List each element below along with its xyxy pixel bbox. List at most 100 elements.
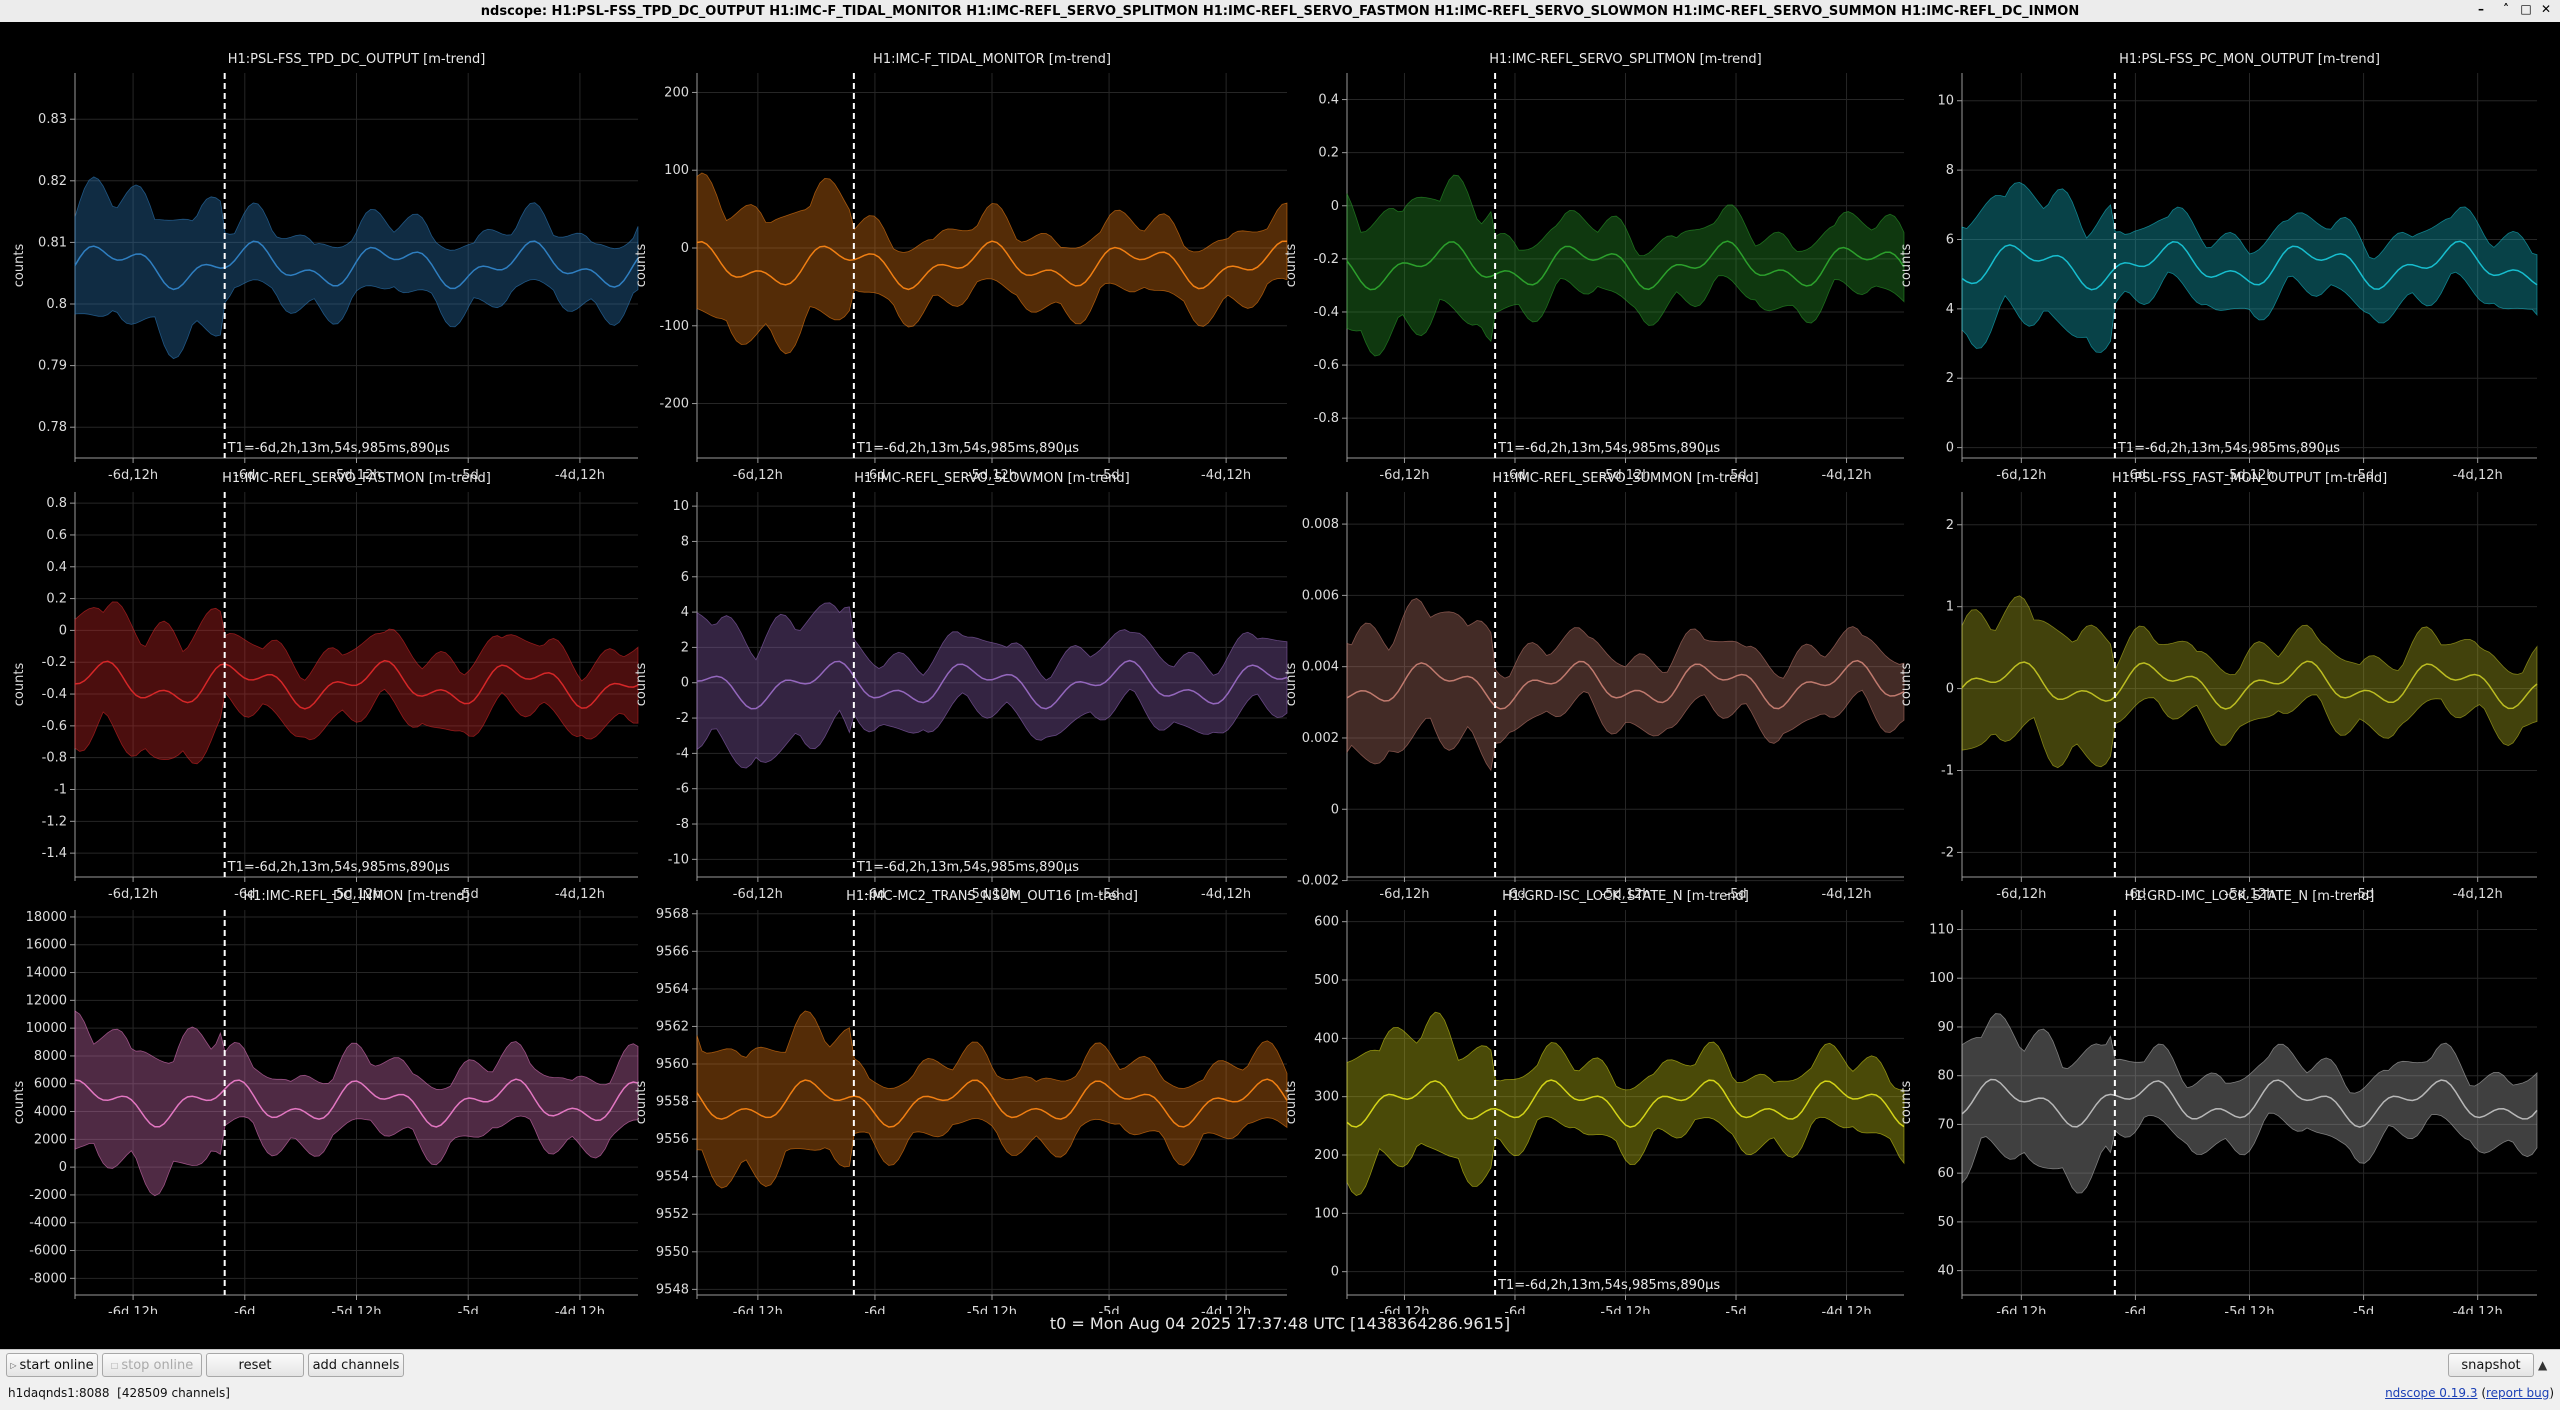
x-tick-label: -6d <box>2125 1305 2146 1314</box>
x-tick-label: -5d <box>1098 1305 1119 1314</box>
y-tick-label: -8 <box>676 817 689 832</box>
cursor-t1-label: T1=-6d,2h,13m,54s,985ms,890μs <box>1497 441 1720 456</box>
snapshot-button[interactable]: snapshot <box>2448 1353 2534 1377</box>
plot-panel[interactable]: H1:PSL-FSS_FAST_MON_OUTPUT [m-trend] 2 1 0 -… <box>1899 471 2538 902</box>
y-tick-label: 400 <box>1314 1031 1339 1046</box>
y-tick-label: -0.6 <box>1314 358 1339 373</box>
y-tick-label: -0.2 <box>1314 252 1339 267</box>
y-tick-label: 4000 <box>34 1105 67 1120</box>
y-tick-label: -2 <box>1941 845 1954 860</box>
x-tick-label: -5d,12h <box>2224 1305 2274 1314</box>
y-tick-label: 0.8 <box>46 297 67 312</box>
ndscope-version-link[interactable]: ndscope 0.19.3 <box>2385 1386 2477 1400</box>
y-tick-label: 0 <box>681 241 689 256</box>
y-tick-label: 0.79 <box>38 359 67 374</box>
close-icon[interactable]: ✕ <box>2538 2 2554 16</box>
y-tick-label: 0 <box>1946 441 1954 456</box>
y-tick-label: -10 <box>668 852 689 867</box>
plot-panel[interactable]: H1:IMC-REFL_SERVO_SUMMON [m-trend] 0.008 0… <box>1284 471 1905 902</box>
y-tick-label: 0.002 <box>1302 731 1339 746</box>
plot-title: H1:IMC-REFL_SERVO_FASTMON [m-trend] <box>222 471 491 486</box>
plot-panel[interactable]: H1:IMC-MC2_TRANS_NSUM_OUT16 [m-trend] 956… <box>634 889 1288 1320</box>
plot-panel[interactable]: H1:GRD-ISC_LOCK_STATE_N [m-trend] 600 500 4… <box>1284 889 1905 1320</box>
window-title: ndscope: H1:PSL-FSS_TPD_DC_OUTPUT H1:IMC… <box>480 3 2080 19</box>
y-tick-label: -1 <box>54 783 67 798</box>
y-tick-label: 9554 <box>656 1170 689 1185</box>
y-tick-label: 9556 <box>656 1132 689 1147</box>
restore-icon[interactable]: □ <box>2518 2 2534 16</box>
y-tick-label: -4000 <box>29 1216 67 1231</box>
y-tick-label: 10 <box>1937 94 1954 109</box>
y-tick-label: 2 <box>1946 518 1954 533</box>
y-axis-label: counts <box>12 1081 27 1125</box>
y-tick-label: -0.8 <box>1314 411 1339 426</box>
y-tick-label: 0.2 <box>1318 146 1339 161</box>
plot-panel[interactable]: H1:IMC-REFL_SERVO_SLOWMON [m-trend] 10 8 6 4… <box>634 471 1288 902</box>
y-tick-label: 12000 <box>26 993 67 1008</box>
y-tick-label: 4 <box>1946 302 1954 317</box>
y-tick-label: 10000 <box>26 1021 67 1036</box>
y-tick-label: -0.6 <box>42 719 67 734</box>
y-axis-label: counts <box>1899 244 1914 288</box>
cursor-t1-label: T1=-6d,2h,13m,54s,985ms,890μs <box>856 860 1079 875</box>
y-axis-label: counts <box>12 663 27 707</box>
x-tick-label: -6d,12h <box>1996 1305 2046 1314</box>
plot-title: H1:IMC-REFL_SERVO_SUMMON [m-trend] <box>1492 471 1758 486</box>
start-online-button[interactable]: ▷ start online <box>6 1353 98 1377</box>
cursor-t1-label: T1=-6d,2h,13m,54s,985ms,890μs <box>856 441 1079 456</box>
bottom-toolbar: ▷ start online □ stop online reset add c… <box>0 1349 2560 1410</box>
y-tick-label: 110 <box>1929 922 1954 937</box>
status-text: h1daqnds1:8088 [428509 channels] <box>8 1386 230 1400</box>
y-tick-label: 0.8 <box>46 496 67 511</box>
y-tick-label: 100 <box>1929 971 1954 986</box>
y-tick-label: 0.4 <box>1318 93 1339 108</box>
y-tick-label: -4 <box>676 746 689 761</box>
y-tick-label: -6000 <box>29 1244 67 1259</box>
y-tick-label: 9558 <box>656 1095 689 1110</box>
x-tick-label: -4d,12h <box>1821 887 1871 902</box>
y-tick-label: 4 <box>681 605 689 620</box>
x-tick-label: -5d <box>2353 1305 2374 1314</box>
x-tick-label: -6d,12h <box>733 887 783 902</box>
menu-triangle-icon[interactable]: ▲ <box>2538 1358 2547 1372</box>
plot-panel[interactable]: H1:GRD-IMC_LOCK_STATE_N [m-trend] 110 100 9… <box>1899 889 2538 1320</box>
y-tick-label: -2000 <box>29 1188 67 1203</box>
y-tick-label: 0 <box>1946 682 1954 697</box>
y-tick-label: 6000 <box>34 1077 67 1092</box>
play-icon: ▷ <box>10 1360 17 1370</box>
y-tick-label: 200 <box>664 85 689 100</box>
y-tick-label: 0.4 <box>46 560 67 575</box>
plot-panel[interactable]: H1:PSL-FSS_PC_MON_OUTPUT [m-trend] 10 8 6 4 2… <box>1899 52 2538 483</box>
y-tick-label: 70 <box>1937 1117 1954 1132</box>
y-tick-label: -6 <box>676 782 689 797</box>
stop-icon: □ <box>110 1360 119 1370</box>
plot-panel[interactable]: H1:IMC-REFL_DC_INMON [m-trend] 18000 16000… <box>12 889 639 1320</box>
y-tick-label: 0 <box>1331 1265 1339 1280</box>
stop-online-button[interactable]: □ stop online <box>102 1353 202 1377</box>
y-tick-label: -0.8 <box>42 751 67 766</box>
y-tick-label: 500 <box>1314 973 1339 988</box>
y-tick-label: 18000 <box>26 910 67 925</box>
minimize-icon[interactable]: – <box>2473 2 2489 16</box>
plot-canvas[interactable]: H1:PSL-FSS_TPD_DC_OUTPUT [m-trend] 0.83 0.… <box>0 22 2560 1320</box>
plot-panel[interactable]: H1:IMC-F_TIDAL_MONITOR [m-trend] 200 100 0 -… <box>634 52 1288 483</box>
maximize-up-icon[interactable]: ˄ <box>2498 2 2514 16</box>
x-tick-label: -5d <box>458 1305 479 1314</box>
add-channels-button[interactable]: add channels <box>308 1353 404 1377</box>
y-tick-label: 200 <box>1314 1148 1339 1163</box>
plot-panel[interactable]: H1:PSL-FSS_TPD_DC_OUTPUT [m-trend] 0.83 0.… <box>12 52 639 483</box>
y-tick-label: 2000 <box>34 1132 67 1147</box>
report-bug-link[interactable]: report bug <box>2486 1386 2549 1400</box>
y-tick-label: 6 <box>681 570 689 585</box>
plot-panel[interactable]: H1:IMC-REFL_SERVO_SPLITMON [m-trend] 0.4 0… <box>1284 52 1905 483</box>
cursor-t1-label: T1=-6d,2h,13m,54s,985ms,890μs <box>227 441 450 456</box>
plot-title: H1:IMC-REFL_DC_INMON [m-trend] <box>243 889 469 904</box>
reset-button[interactable]: reset <box>206 1353 304 1377</box>
y-axis-label: counts <box>1899 663 1914 707</box>
y-tick-label: -0.4 <box>42 687 67 702</box>
y-tick-label: 0.78 <box>38 420 67 435</box>
y-tick-label: 9548 <box>656 1282 689 1297</box>
plot-panel[interactable]: H1:IMC-REFL_SERVO_FASTMON [m-trend] 0.8 0.… <box>12 471 639 902</box>
x-tick-label: -5d,12h <box>967 1305 1017 1314</box>
x-tick-label: -4d,12h <box>1821 468 1871 483</box>
